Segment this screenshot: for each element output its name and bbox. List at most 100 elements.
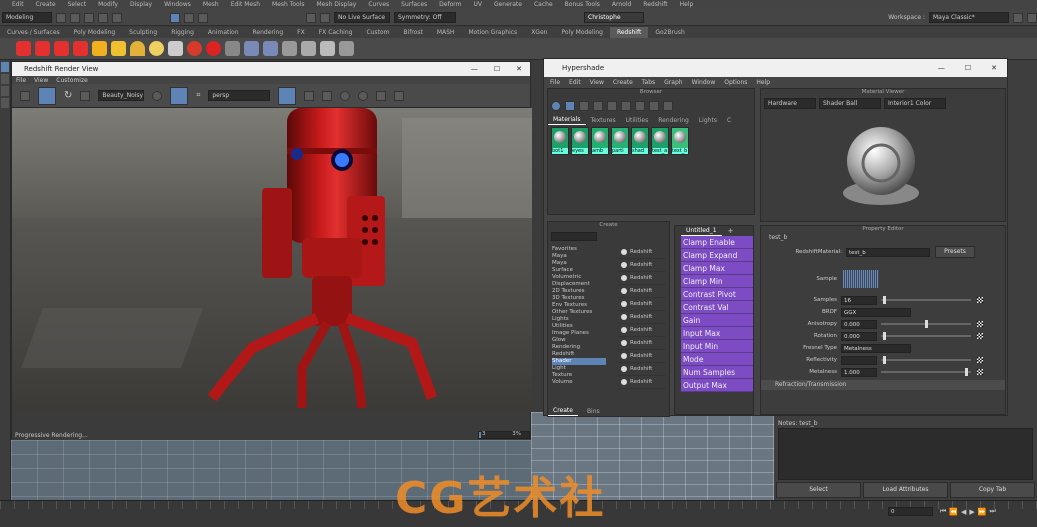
create-node-item[interactable]: Redshift xyxy=(618,350,666,363)
create-tree-item[interactable]: Lights xyxy=(552,316,606,323)
create-tree-item[interactable]: Favorites xyxy=(552,246,606,253)
select-tool-icon[interactable] xyxy=(170,12,180,23)
redshift-sun-icon[interactable] xyxy=(149,41,164,56)
create-node-item[interactable]: Redshift xyxy=(618,285,666,298)
camera-dropdown[interactable]: persp xyxy=(208,90,271,101)
menu-item[interactable]: Display xyxy=(130,1,152,8)
rotate-tool-icon[interactable] xyxy=(1,86,9,96)
create-tree-item[interactable]: Volumetric xyxy=(552,274,606,281)
browser-icon-9[interactable] xyxy=(663,101,673,111)
create-node-item[interactable]: Redshift xyxy=(618,363,666,376)
material-swatch[interactable]: eyes xyxy=(571,127,589,155)
redshift-pr2-icon[interactable] xyxy=(263,41,278,56)
paint-select-icon[interactable] xyxy=(198,12,208,23)
menu-item[interactable]: Redshift xyxy=(643,1,667,8)
map-button-icon[interactable] xyxy=(977,321,983,327)
redshift-help-icon[interactable] xyxy=(339,41,354,56)
node-attribute[interactable]: Clamp Min xyxy=(681,275,753,288)
layout-icon[interactable] xyxy=(1027,12,1037,23)
lock-camera-icon[interactable] xyxy=(278,86,297,105)
refresh-icon[interactable]: ↻ xyxy=(64,90,72,101)
create-bottom-tab[interactable]: Bins xyxy=(582,407,605,416)
shelf-tab[interactable]: FX Caching xyxy=(312,27,360,38)
refraction-section-header[interactable]: Refraction/Transmission xyxy=(761,380,1005,390)
render-view-menu-item[interactable]: File xyxy=(16,77,26,84)
menu-item[interactable]: Arnold xyxy=(612,1,631,8)
shelf-tab[interactable]: Custom xyxy=(359,27,396,38)
move-tool-icon[interactable] xyxy=(1,74,9,84)
redshift-camera-icon[interactable] xyxy=(282,41,297,56)
browser-tab[interactable]: Textures xyxy=(586,116,621,125)
settings-gear-icon[interactable] xyxy=(1013,12,1023,23)
shelf-tab[interactable]: Rendering xyxy=(246,27,291,38)
property-slider[interactable] xyxy=(881,356,971,364)
menu-item[interactable]: Bonus Tools xyxy=(565,1,600,8)
menu-item[interactable]: Edit xyxy=(12,1,24,8)
node-attribute[interactable]: Gain xyxy=(681,314,753,327)
create-tree-item[interactable]: Surface xyxy=(552,267,606,274)
redo-icon[interactable] xyxy=(112,12,122,23)
hypershade-menu-item[interactable]: Options xyxy=(724,79,747,86)
redshift-sphere-icon[interactable] xyxy=(206,41,221,56)
material-swatch[interactable]: amb xyxy=(591,127,609,155)
render-view-menu-item[interactable]: View xyxy=(34,77,48,84)
mode-dropdown[interactable]: Modeling xyxy=(2,12,52,23)
hypershade-menu-item[interactable]: Tabs xyxy=(642,79,655,86)
material-swatch[interactable]: shad xyxy=(631,127,649,155)
create-tree-item[interactable]: Texture xyxy=(552,372,606,379)
open-scene-icon[interactable] xyxy=(70,12,80,23)
renderer-dropdown[interactable]: Hardware xyxy=(764,97,816,109)
redshift-render-icon[interactable] xyxy=(301,41,316,56)
redshift-ies-icon[interactable] xyxy=(168,41,183,56)
hypershade-menu-item[interactable]: View xyxy=(590,79,604,86)
browser-icon-7[interactable] xyxy=(635,101,645,111)
node-attribute[interactable]: Clamp Expand xyxy=(681,249,753,262)
menu-item[interactable]: Mesh xyxy=(203,1,219,8)
property-slider[interactable] xyxy=(881,368,971,376)
create-tree-item[interactable]: 2D Textures xyxy=(552,288,606,295)
create-node-item[interactable]: Redshift xyxy=(618,246,666,259)
workspace-dropdown[interactable]: Maya Classic* xyxy=(929,12,1009,23)
hypershade-menu-item[interactable]: Graph xyxy=(664,79,682,86)
create-search-field[interactable] xyxy=(551,232,597,241)
property-field[interactable]: 0.000 xyxy=(841,331,877,341)
crop-icon[interactable]: ⌗ xyxy=(196,91,200,100)
browser-icon-2[interactable] xyxy=(565,101,575,111)
redshift-settings-icon[interactable] xyxy=(320,41,335,56)
hs-close-icon[interactable]: ✕ xyxy=(981,64,1007,72)
shelf-tab[interactable]: Poly Modeling xyxy=(67,27,123,38)
hypershade-menu-item[interactable]: Create xyxy=(613,79,633,86)
property-slider[interactable] xyxy=(881,296,971,304)
create-tree-item[interactable]: Image Planes xyxy=(552,330,606,337)
create-tree-item[interactable]: Other Textures xyxy=(552,309,606,316)
create-tree-item[interactable]: Displacement xyxy=(552,281,606,288)
menu-item[interactable]: Surfaces xyxy=(401,1,427,8)
presets-button[interactable]: Presets xyxy=(935,246,975,258)
create-tree-item[interactable]: Shader xyxy=(552,358,606,365)
channel-toggle-icon[interactable] xyxy=(152,90,163,101)
go-start-icon[interactable]: ⏮ xyxy=(940,507,946,516)
tools-icon[interactable] xyxy=(394,90,405,101)
step-back-icon[interactable]: ⏪ xyxy=(949,508,958,516)
node-attribute[interactable]: Clamp Max xyxy=(681,262,753,275)
material-name-field[interactable]: test_b xyxy=(846,247,930,257)
create-node-item[interactable]: Redshift xyxy=(618,324,666,337)
play-forward-icon[interactable]: ▶ xyxy=(969,508,974,516)
redshift-portal-icon[interactable] xyxy=(187,41,202,56)
focus-icon[interactable] xyxy=(358,90,369,101)
aov-dropdown[interactable]: Beauty_Noisy xyxy=(98,90,145,101)
property-slider[interactable] xyxy=(881,332,971,340)
copy-tab-button[interactable]: Copy Tab xyxy=(950,482,1035,498)
scale-tool-icon[interactable] xyxy=(1,98,9,108)
render-start-icon[interactable] xyxy=(38,86,56,105)
create-tree-item[interactable]: Volume xyxy=(552,379,606,386)
browser-tab[interactable]: Materials xyxy=(548,115,586,125)
node-attribute[interactable]: Input Max xyxy=(681,327,753,340)
shelf-tab[interactable]: XGen xyxy=(524,27,554,38)
lasso-icon[interactable] xyxy=(184,12,194,23)
node-attribute[interactable]: Input Min xyxy=(681,340,753,353)
material-swatch[interactable]: test_b xyxy=(671,127,689,155)
snow-icon[interactable] xyxy=(322,90,333,101)
redshift-light-icon[interactable] xyxy=(92,41,107,56)
hypershade-menu-item[interactable]: Edit xyxy=(569,79,581,86)
